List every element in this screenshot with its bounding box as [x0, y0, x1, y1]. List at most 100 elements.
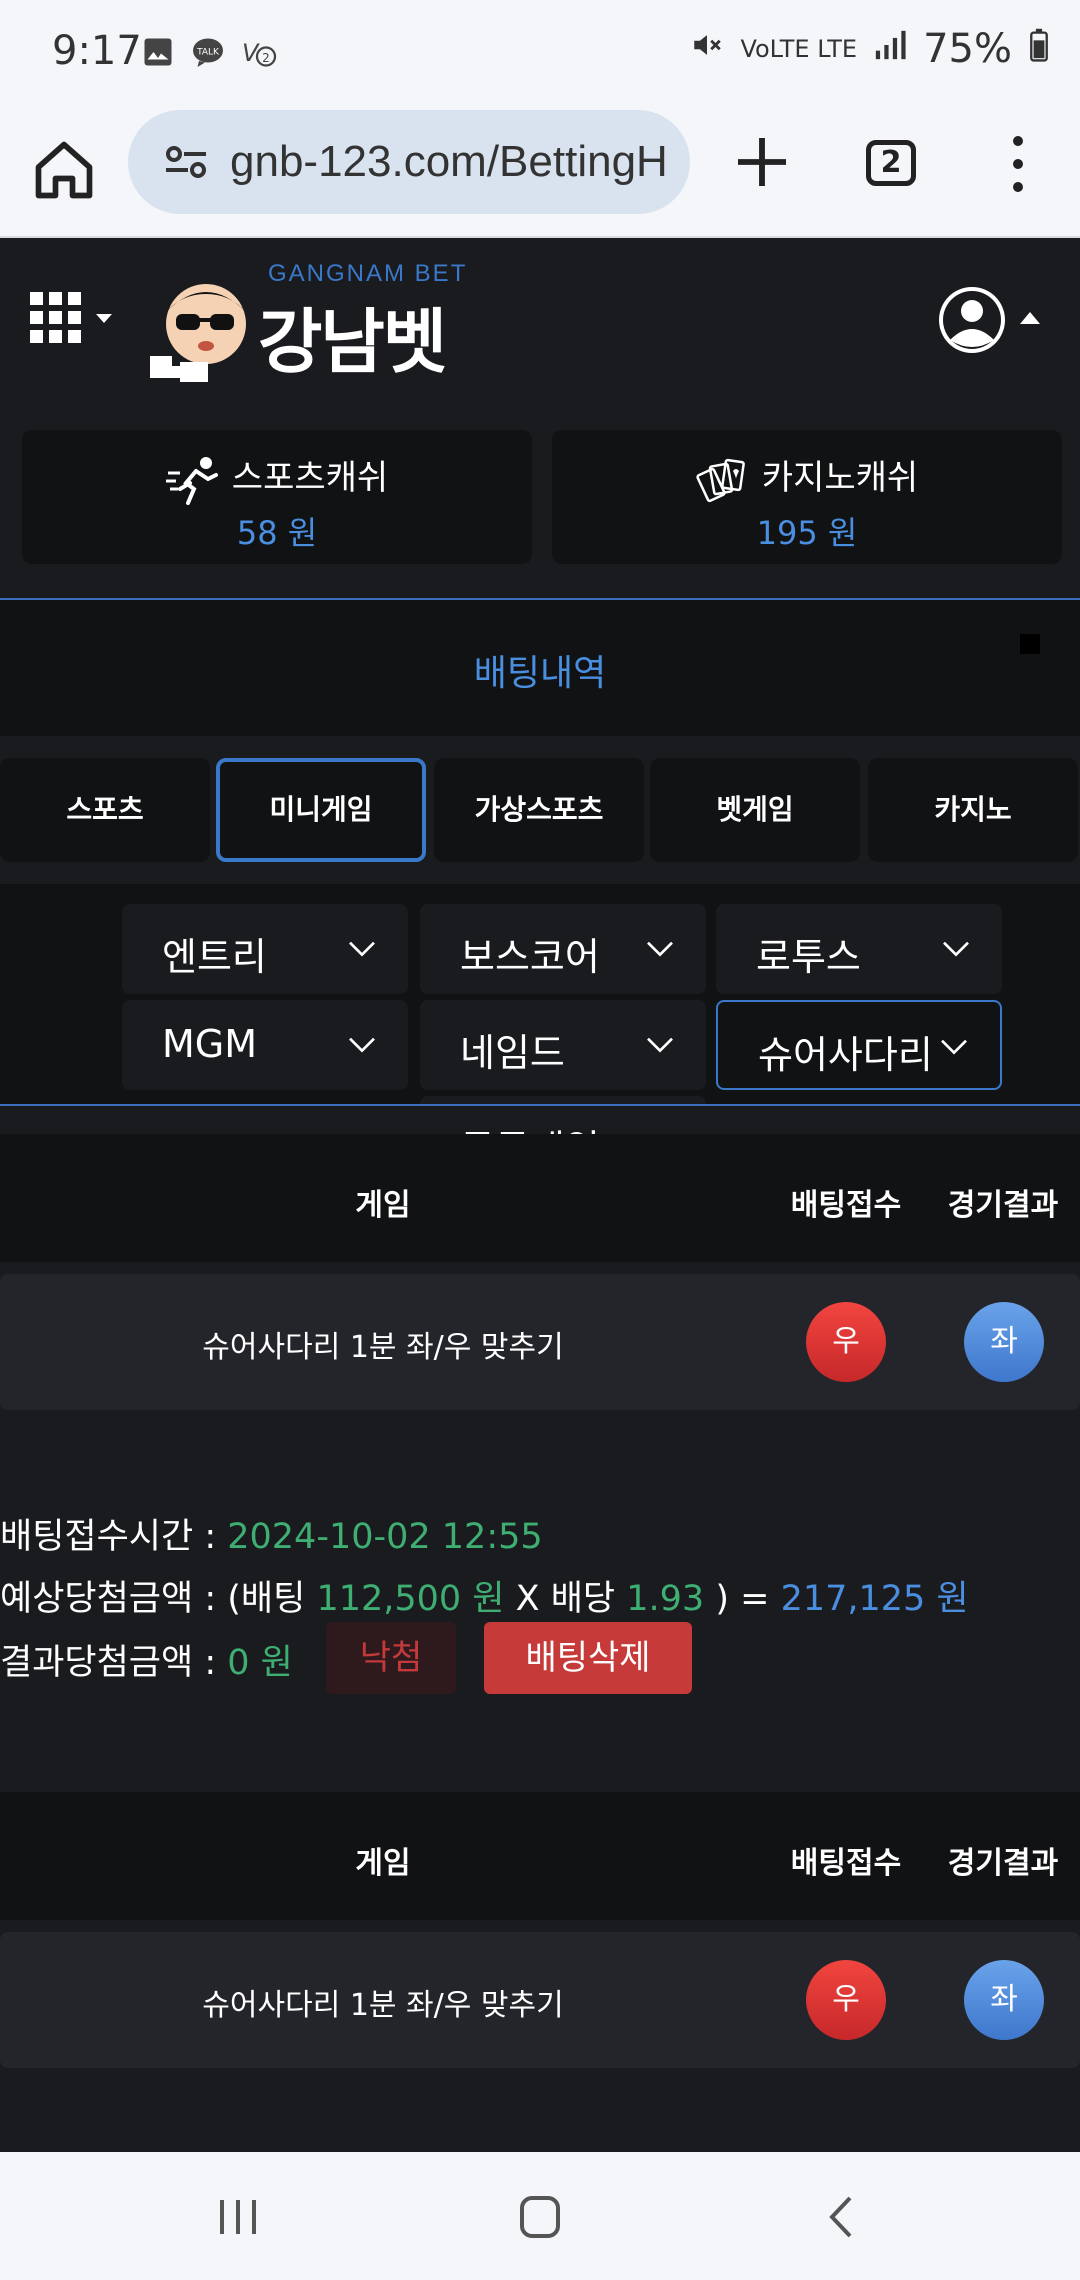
battery-percent: 75% — [923, 26, 1012, 72]
chevron-down-icon — [349, 941, 375, 957]
signal-icon — [873, 26, 907, 72]
browser-menu-button[interactable] — [1004, 136, 1032, 192]
casino-cash-value: 195 원 — [756, 514, 858, 552]
site-header: GANGNAM BET 강남벳 — [0, 238, 1080, 400]
bet-table-header: 게임 배팅접수 경기결과 — [0, 1792, 1080, 1920]
sports-cash-value: 58 원 — [236, 514, 318, 552]
site-settings-icon[interactable] — [162, 138, 210, 186]
grid-icon — [30, 292, 112, 343]
subgame-lotus[interactable]: 로투스 — [716, 904, 1002, 994]
status-right: VoLTE LTE 75% — [690, 26, 1050, 72]
bet-time-value: 2024-10-02 12:55 — [227, 1517, 543, 1557]
apps-menu-button[interactable] — [30, 292, 122, 348]
page-title: 배팅내역 — [473, 653, 607, 694]
logo-title: 강남벳 — [258, 301, 447, 383]
chevron-down-icon — [941, 1039, 967, 1055]
expected-label: 예상당첨금액 : (배팅 — [0, 1579, 317, 1619]
subgame-label: 네임드 — [460, 1031, 565, 1075]
mute-icon — [690, 26, 724, 72]
bet-row: 슈어사다리 1분 좌/우 맞추기 우 좌 — [0, 1274, 1080, 1410]
system-nav-bar — [0, 2152, 1080, 2280]
divider — [0, 1104, 1080, 1106]
tab-switcher-button[interactable]: 2 — [866, 140, 916, 186]
plus-icon — [738, 138, 786, 186]
recents-icon — [220, 2200, 256, 2234]
new-tab-button[interactable] — [730, 130, 794, 194]
bet-row: 슈어사다리 1분 좌/우 맞추기 우 좌 — [0, 1932, 1080, 2068]
header-bet: 배팅접수 — [790, 1188, 902, 1223]
header-game: 게임 — [355, 1846, 411, 1881]
subgame-entry[interactable]: 엔트리 — [122, 904, 408, 994]
subgame-sure-ladder[interactable]: 슈어사다리 — [716, 1000, 1002, 1090]
tab-sports[interactable]: 스포츠 — [0, 758, 210, 862]
browser-toolbar: gnb-123.com/BettingH 2 — [0, 106, 1080, 238]
tab-minigame[interactable]: 미니게임 — [216, 758, 426, 862]
subgame-label: 동국게임 — [460, 1118, 600, 1134]
page-title-banner: 배팅내역 — [0, 600, 1080, 736]
home-button[interactable] — [30, 136, 98, 204]
odds-label: X 배당 — [504, 1579, 627, 1619]
header-result: 경기결과 — [947, 1188, 1059, 1223]
bet-pick-badge: 우 — [806, 1302, 886, 1382]
recents-button[interactable] — [208, 2192, 268, 2242]
user-menu-button[interactable] — [936, 282, 1046, 358]
sports-cash-card[interactable]: 스포츠캐쉬 58 원 — [22, 430, 532, 564]
url-text: gnb-123.com/BettingH — [230, 137, 668, 186]
talk-icon: TALK — [190, 34, 226, 70]
header-result: 경기결과 — [947, 1846, 1059, 1881]
svg-text:2: 2 — [262, 51, 270, 65]
subgame-label: 엔트리 — [162, 935, 267, 979]
subgame-mgm[interactable]: MGM — [122, 1000, 408, 1090]
result-label: 결과당첨금액 : — [0, 1643, 228, 1683]
notification-icons: TALK V2 — [140, 34, 277, 70]
expected-value: 217,125 원 — [780, 1579, 969, 1619]
tab-betgame[interactable]: 벳게임 — [650, 758, 860, 862]
subgame-label: 슈어사다리 — [758, 1033, 933, 1077]
header-game: 게임 — [355, 1188, 411, 1223]
chevron-down-icon — [349, 1037, 375, 1053]
result-pick-badge: 좌 — [964, 1960, 1044, 2040]
delete-bet-button[interactable]: 배팅삭제 — [484, 1622, 692, 1694]
subgame-label: MGM — [162, 1022, 258, 1066]
logo-subtitle: GANGNAM BET — [268, 260, 468, 287]
subgame-overflow[interactable]: 동국게임 — [420, 1096, 706, 1134]
clock: 9:17 — [52, 28, 142, 74]
sports-cash-label: 스포츠캐쉬 — [231, 458, 389, 498]
subgame-named[interactable]: 네임드 — [420, 1000, 706, 1090]
result-value: 0 원 — [227, 1643, 293, 1683]
home-nav-button[interactable] — [510, 2192, 570, 2242]
user-avatar-icon — [939, 287, 1040, 353]
odds-value: 1.93 — [626, 1579, 705, 1619]
subgame-boscore[interactable]: 보스코어 — [420, 904, 706, 994]
address-bar[interactable]: gnb-123.com/BettingH — [128, 110, 690, 214]
battery-icon — [1028, 26, 1050, 72]
bet-table-header: 게임 배팅접수 경기결과 — [0, 1134, 1080, 1262]
back-icon — [829, 2196, 852, 2238]
subgame-label: 로투스 — [756, 935, 861, 979]
scroll-marker-icon — [1020, 634, 1040, 654]
site-logo[interactable]: GANGNAM BET 강남벳 — [150, 260, 480, 390]
status-bar: 9:17 TALK V2 VoLTE LTE 75% — [0, 0, 1080, 106]
game-name: 슈어사다리 1분 좌/우 맞추기 — [202, 1988, 564, 2023]
tab-casino[interactable]: 카지노 — [868, 758, 1078, 862]
chevron-down-icon — [648, 1133, 672, 1134]
result-win-line: 결과당첨금액 : 0 원 — [0, 1634, 293, 1685]
result-pick-badge: 좌 — [964, 1302, 1044, 1382]
status-badge: 낙첨 — [326, 1622, 456, 1694]
casino-cash-label: 카지노캐쉬 — [761, 458, 919, 498]
home-icon — [35, 141, 93, 199]
network-label: VoLTE LTE — [740, 35, 858, 63]
chevron-down-icon — [647, 941, 673, 957]
runner-icon — [165, 455, 222, 505]
expected-win-line: 예상당첨금액 : (배팅 112,500 원 X 배당 1.93 ) = 217… — [0, 1570, 969, 1621]
tab-virtual-sports[interactable]: 가상스포츠 — [434, 758, 644, 862]
back-button[interactable] — [812, 2192, 872, 2242]
mascot-icon — [150, 284, 246, 382]
svg-text:TALK: TALK — [196, 47, 220, 57]
cards-icon — [696, 455, 752, 505]
casino-cash-card[interactable]: 카지노캐쉬 195 원 — [552, 430, 1062, 564]
stake-value: 112,500 원 — [316, 1579, 505, 1619]
v2-icon: V2 — [240, 34, 277, 70]
game-name: 슈어사다리 1분 좌/우 맞추기 — [202, 1330, 564, 1365]
subgame-selector: 엔트리 보스코어 로투스 MGM 네임드 슈어사다리 동국게임 — [0, 884, 1080, 1134]
